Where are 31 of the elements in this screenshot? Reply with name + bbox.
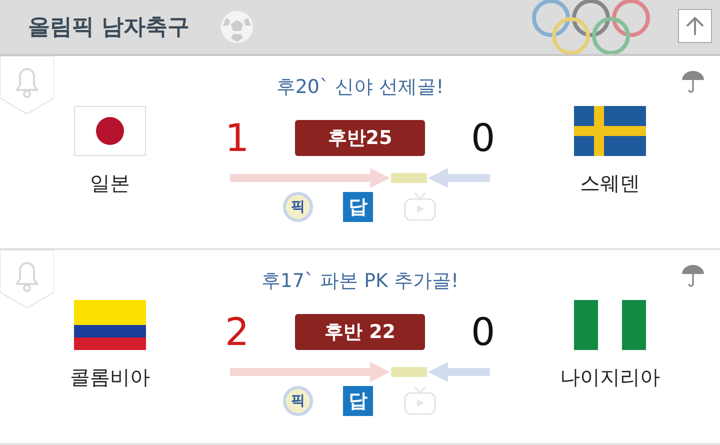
scroll-to-top-button[interactable] bbox=[678, 9, 712, 43]
up-arrow-icon bbox=[684, 15, 706, 37]
soccer-ball-icon bbox=[220, 10, 254, 44]
pick-button[interactable]: 픽 bbox=[283, 192, 313, 222]
flag-icon bbox=[74, 106, 146, 156]
answer-button[interactable]: 답 bbox=[343, 192, 373, 222]
match-card[interactable]: 후20` 신야 선제골! 일본 1 후반25 0 픽 답 스웨덴 bbox=[0, 56, 720, 250]
flag-icon bbox=[574, 106, 646, 156]
flag-icon bbox=[74, 300, 146, 350]
score: 1 bbox=[225, 116, 249, 160]
bell-icon[interactable] bbox=[0, 250, 54, 308]
page-title: 올림픽 남자축구 bbox=[28, 14, 190, 42]
answer-button[interactable]: 답 bbox=[343, 386, 373, 416]
match-headline: 후17` 파본 PK 추가골! bbox=[261, 269, 459, 294]
video-icon[interactable] bbox=[403, 386, 437, 416]
score: 2 bbox=[225, 310, 249, 354]
match-headline: 후20` 신야 선제골! bbox=[276, 74, 444, 100]
flag-icon bbox=[574, 300, 646, 350]
team-name: 나이지리아 bbox=[560, 364, 660, 392]
team-name: 스웨덴 bbox=[580, 170, 640, 197]
team-name: 콜롬비아 bbox=[70, 364, 150, 392]
video-icon[interactable] bbox=[403, 192, 437, 222]
score: 0 bbox=[471, 310, 495, 354]
match-status: 후반 22 bbox=[295, 314, 425, 350]
bell-icon[interactable] bbox=[0, 56, 54, 114]
match-card[interactable]: 후17` 파본 PK 추가골! 콜롬비아 2 후반 22 0 픽 답 나이지리아 bbox=[0, 250, 720, 445]
match-status: 후반25 bbox=[295, 120, 425, 156]
umbrella-icon[interactable] bbox=[680, 262, 706, 288]
pick-button[interactable]: 픽 bbox=[283, 386, 313, 416]
team-name: 일본 bbox=[90, 170, 130, 197]
score: 0 bbox=[471, 116, 495, 160]
